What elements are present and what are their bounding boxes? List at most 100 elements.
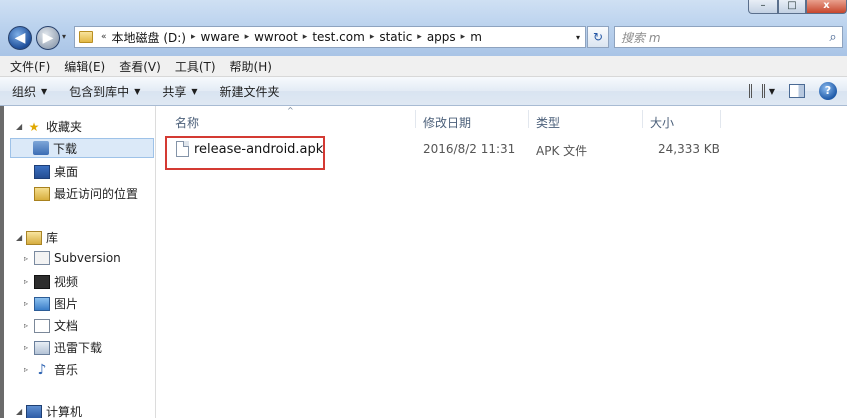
sidebar-item-computer[interactable]: ◢ 计算机: [16, 403, 82, 418]
collapsed-arrow-icon[interactable]: ▹: [24, 254, 34, 263]
collapsed-arrow-icon[interactable]: ▹: [24, 321, 34, 330]
breadcrumb-apps[interactable]: apps: [427, 30, 456, 44]
organize-label: 组织: [12, 84, 37, 99]
file-date-modified: 2016/8/2 11:31: [423, 142, 516, 156]
column-header-type[interactable]: 类型: [536, 114, 560, 131]
expanded-arrow-icon[interactable]: ◢: [16, 122, 26, 131]
overflow-chevron[interactable]: «: [101, 32, 107, 42]
organize-button[interactable]: 组织 ▼: [12, 83, 47, 100]
sidebar-item-videos[interactable]: ▹ 视频: [24, 273, 78, 290]
menu-tools[interactable]: 工具(T): [175, 58, 216, 75]
sidebar-item-pictures[interactable]: ▹ 图片: [24, 295, 78, 312]
collapsed-arrow-icon[interactable]: ▹: [24, 343, 34, 352]
sidebar-item-xunlei[interactable]: ▹ 迅雷下载: [24, 339, 102, 356]
document-library-icon: [34, 318, 50, 333]
preview-pane-icon[interactable]: [789, 84, 805, 98]
chevron-down-icon: ▼: [41, 86, 48, 96]
breadcrumb-wware[interactable]: wware: [201, 30, 240, 44]
forward-button[interactable]: ▶: [36, 26, 60, 50]
sidebar-item-label: 下载: [53, 141, 78, 156]
sidebar-item-label: 迅雷下载: [54, 341, 103, 355]
breadcrumb-separator-icon[interactable]: ▸: [370, 32, 375, 42]
breadcrumb-separator-icon[interactable]: ▸: [303, 32, 308, 42]
forward-arrow-icon: ▶: [42, 30, 54, 46]
change-view-icon[interactable]: [748, 84, 765, 98]
breadcrumb-wwroot[interactable]: wwroot: [254, 30, 298, 44]
close-button[interactable]: x: [806, 0, 847, 14]
menu-edit[interactable]: 编辑(E): [64, 58, 105, 75]
breadcrumb-m[interactable]: m: [470, 30, 482, 44]
navigation-pane: ◢ ★ 收藏夹 下载 桌面 最近访问的位置 ◢ 库 ▹ Subversion ▹…: [0, 106, 156, 418]
xunlei-library-icon: [34, 340, 50, 355]
menu-view[interactable]: 查看(V): [119, 58, 161, 75]
share-button[interactable]: 共享 ▼: [162, 83, 197, 100]
column-divider[interactable]: [528, 110, 529, 128]
sidebar-item-label: 库: [46, 231, 59, 245]
minimize-icon: –: [760, 0, 766, 11]
breadcrumb-separator-icon[interactable]: ▸: [461, 32, 466, 42]
sidebar-item-label: 视频: [54, 275, 79, 289]
search-input[interactable]: 搜索 m: [621, 29, 824, 46]
expanded-arrow-icon[interactable]: ◢: [16, 233, 26, 242]
sidebar-item-label: 最近访问的位置: [54, 187, 139, 201]
window-edge: [0, 106, 4, 418]
collapsed-arrow-icon[interactable]: ▹: [24, 365, 34, 374]
address-dropdown-icon[interactable]: ▾: [571, 33, 585, 42]
file-name[interactable]: release-android.apk: [194, 142, 323, 157]
column-divider[interactable]: [642, 110, 643, 128]
expanded-arrow-icon[interactable]: ◢: [16, 407, 26, 416]
music-note-icon: ♪: [37, 361, 47, 378]
recent-pages-dropdown[interactable]: ▾: [62, 32, 66, 41]
column-divider[interactable]: [720, 110, 721, 128]
sidebar-item-subversion[interactable]: ▹ Subversion: [24, 251, 121, 265]
maximize-button[interactable]: □: [778, 0, 806, 14]
new-folder-label: 新建文件夹: [219, 84, 280, 99]
breadcrumb-separator-icon[interactable]: ▸: [245, 32, 250, 42]
recent-places-icon: [34, 186, 50, 201]
refresh-button[interactable]: ↻: [587, 26, 609, 48]
file-list-pane: ^ 名称 修改日期 类型 大小 release-android.apk 2016…: [157, 106, 847, 418]
sidebar-item-downloads[interactable]: 下载: [10, 138, 154, 158]
search-box[interactable]: 搜索 m ⌕: [614, 26, 843, 48]
breadcrumb-separator-icon[interactable]: ▸: [191, 32, 196, 42]
address-bar[interactable]: « 本地磁盘 (D:) ▸ wware ▸ wwroot ▸ test.com …: [74, 26, 586, 48]
menu-file[interactable]: 文件(F): [10, 58, 50, 75]
view-options-dropdown-icon[interactable]: ▼: [769, 87, 775, 96]
sidebar-item-recent-places[interactable]: 最近访问的位置: [34, 185, 138, 202]
maximize-icon: □: [787, 0, 797, 11]
sidebar-item-label: 收藏夹: [46, 120, 83, 134]
breadcrumb-test-com[interactable]: test.com: [312, 30, 365, 44]
sidebar-item-favorites[interactable]: ◢ ★ 收藏夹: [16, 118, 82, 135]
computer-icon: [26, 404, 42, 418]
back-button[interactable]: ◀: [8, 26, 32, 50]
desktop-icon: [34, 164, 50, 179]
column-divider[interactable]: [415, 110, 416, 128]
collapsed-arrow-icon[interactable]: ▹: [24, 299, 34, 308]
sidebar-item-documents[interactable]: ▹ 文档: [24, 317, 78, 334]
sidebar-item-label: 计算机: [46, 405, 83, 418]
search-icon[interactable]: ⌕: [824, 30, 842, 45]
sidebar-item-label: 文档: [54, 319, 79, 333]
minimize-button[interactable]: –: [748, 0, 778, 14]
title-bar: – □ x ◀ ▶ ▾ « 本地磁盘 (D:) ▸ wware ▸ wwroot…: [0, 0, 847, 56]
column-header-name[interactable]: 名称: [175, 114, 199, 131]
breadcrumb-separator-icon[interactable]: ▸: [417, 32, 422, 42]
column-header-date-modified[interactable]: 修改日期: [423, 114, 471, 131]
include-in-library-button[interactable]: 包含到库中 ▼: [69, 83, 140, 100]
collapsed-arrow-icon[interactable]: ▹: [24, 277, 34, 286]
sidebar-item-libraries[interactable]: ◢ 库: [16, 229, 58, 246]
sidebar-item-label: 桌面: [54, 165, 79, 179]
help-icon[interactable]: ?: [819, 82, 837, 100]
sidebar-item-label: Subversion: [54, 251, 121, 265]
menu-help[interactable]: 帮助(H): [230, 58, 272, 75]
breadcrumb-drive[interactable]: 本地磁盘 (D:): [112, 29, 186, 46]
sort-ascending-icon: ^: [287, 106, 294, 115]
sidebar-item-music[interactable]: ▹ ♪ 音乐: [24, 361, 78, 378]
breadcrumb-static[interactable]: static: [379, 30, 412, 44]
new-folder-button[interactable]: 新建文件夹: [220, 83, 280, 100]
sidebar-item-desktop[interactable]: 桌面: [34, 163, 78, 180]
close-icon: x: [823, 0, 830, 11]
column-header-size[interactable]: 大小: [650, 114, 674, 131]
file-type: APK 文件: [536, 144, 588, 158]
library-icon: [26, 230, 42, 245]
